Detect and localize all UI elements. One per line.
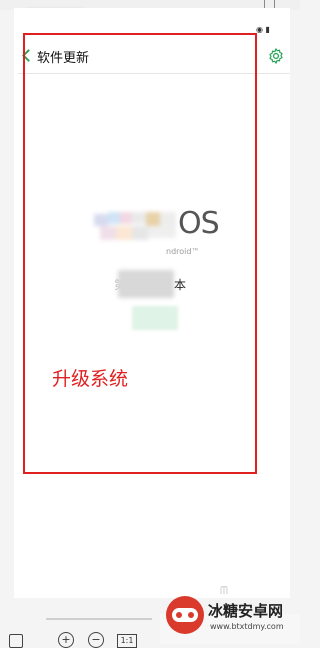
zoom-out-button[interactable]: − (88, 632, 104, 648)
crop-icon[interactable] (9, 634, 23, 648)
scrollbar[interactable] (46, 618, 152, 620)
actual-size-button[interactable]: 1:1 (117, 634, 137, 648)
watermark-logo-icon (166, 596, 204, 634)
highlight-frame (23, 33, 257, 474)
zoom-in-button[interactable]: + (58, 632, 74, 648)
status-icons: ◉ ▮ (256, 25, 270, 34)
watermark-name: 冰糖安卓网 (208, 602, 284, 620)
gear-icon[interactable] (267, 47, 285, 65)
faint-mark: ᗰ (220, 584, 228, 597)
watermark-url: www.btxtdmy.com (210, 622, 284, 631)
annotation-text: 升级系统 (52, 368, 129, 390)
